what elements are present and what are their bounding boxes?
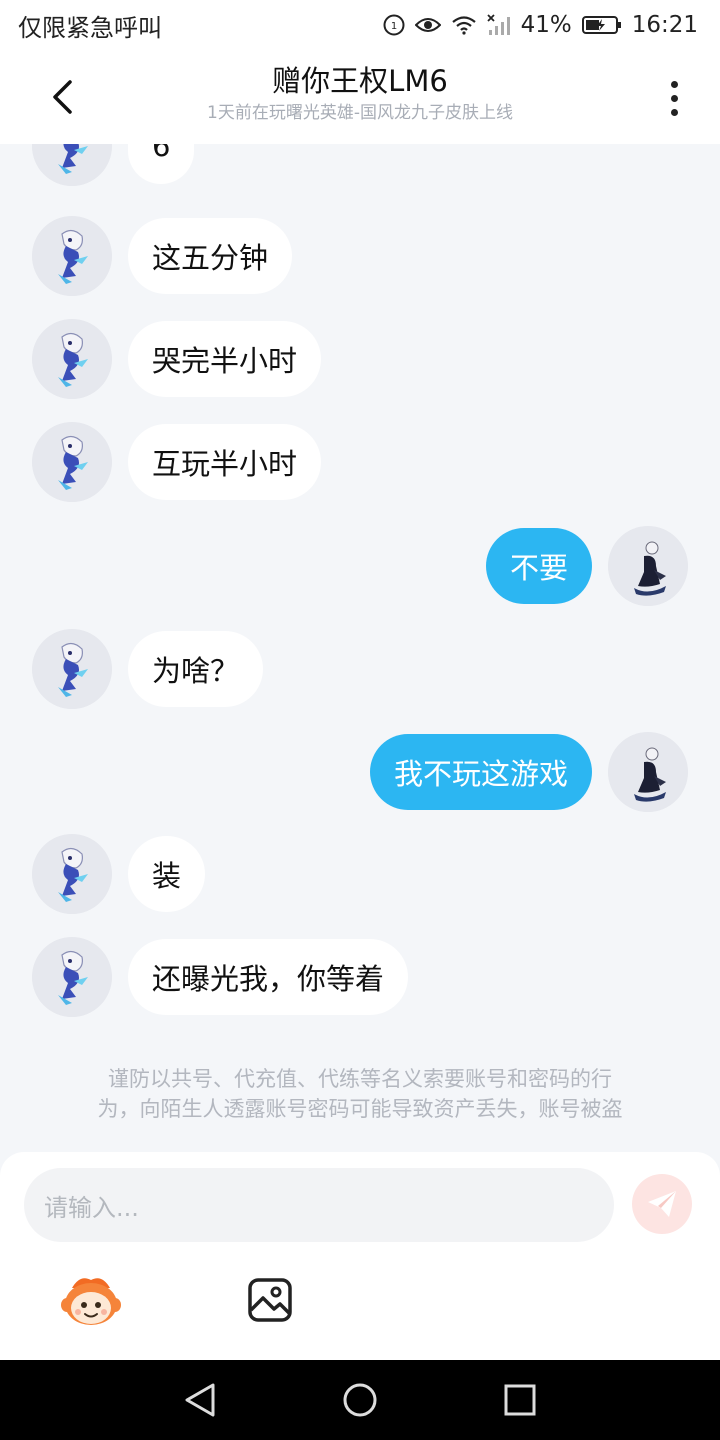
circle-home-icon	[343, 1383, 377, 1417]
received-message: 还曝光我，你等着	[0, 937, 720, 1017]
nav-home-button[interactable]	[338, 1378, 382, 1422]
my-avatar[interactable]	[608, 526, 688, 606]
my-avatar[interactable]	[608, 732, 688, 812]
contact-avatar[interactable]	[32, 422, 112, 502]
emoji-icon	[61, 1278, 121, 1325]
message-bubble[interactable]: 我不玩这游戏	[369, 734, 592, 810]
image-icon	[248, 1278, 292, 1322]
received-message: 装	[0, 834, 720, 914]
carrier-status-text: 仅限紧急呼叫	[18, 13, 162, 42]
message-bubble[interactable]: 为啥？	[128, 631, 264, 707]
chat-header: 赠你王权LM6 1天前在玩曙光英雄-国风龙九子皮肤上线	[0, 50, 720, 144]
message-bubble[interactable]: 还曝光我，你等着	[128, 939, 409, 1015]
hd-call-icon: 1	[383, 14, 405, 36]
received-message: 互玩半小时	[0, 422, 720, 502]
eye-comfort-icon	[414, 16, 441, 34]
message-bubble[interactable]: 装	[128, 836, 206, 912]
header-title-block: 赠你王权LM6 1天前在玩曙光英雄-国风龙九子皮肤上线	[120, 62, 600, 126]
received-message: 哭完半小时	[0, 319, 720, 399]
system-navigation-bar	[0, 1360, 720, 1440]
received-message: 这五分钟	[0, 216, 720, 296]
security-notice: 谨防以共号、代充值、代练等名义索要账号和密码的行 为，向陌生人透露账号密码可能导…	[60, 1064, 660, 1124]
contact-name: 赠你王权LM6	[272, 64, 448, 98]
nav-back-button[interactable]	[178, 1378, 222, 1422]
more-options-button[interactable]	[658, 76, 690, 120]
clock: 16:21	[631, 12, 698, 38]
signal-icon	[486, 14, 511, 36]
battery-icon	[581, 15, 622, 35]
contact-avatar[interactable]	[32, 937, 112, 1017]
received-message: 6	[0, 144, 720, 186]
message-bubble[interactable]: 哭完半小时	[128, 321, 322, 397]
nav-recents-button[interactable]	[498, 1378, 542, 1422]
received-message: 为啥？	[0, 629, 720, 709]
message-input-placeholder: 请输入...	[44, 1193, 139, 1222]
message-bubble[interactable]: 不要	[485, 528, 592, 604]
message-input[interactable]: 请输入...	[24, 1168, 614, 1242]
more-vertical-icon	[670, 80, 678, 88]
battery-percent: 41%	[520, 12, 572, 38]
image-button[interactable]	[246, 1276, 294, 1324]
send-icon	[648, 1191, 676, 1217]
triangle-back-icon	[185, 1383, 215, 1417]
contact-avatar[interactable]	[32, 216, 112, 296]
message-bubble[interactable]: 6	[128, 144, 195, 184]
emoji-button[interactable]	[60, 1272, 122, 1328]
chevron-left-icon	[53, 80, 72, 114]
message-bubble[interactable]: 这五分钟	[128, 218, 293, 294]
composer: 请输入...	[0, 1152, 720, 1360]
back-button[interactable]	[40, 72, 84, 122]
send-button[interactable]	[632, 1174, 692, 1234]
contact-avatar[interactable]	[32, 144, 112, 186]
contact-activity: 1天前在玩曙光英雄-国风龙九子皮肤上线	[207, 103, 513, 123]
message-bubble[interactable]: 互玩半小时	[128, 424, 322, 500]
message-list[interactable]: 6 这五分钟哭完半小时互玩半小时不要为啥？ 我不玩这游戏装还曝光我，你等着	[0, 144, 720, 1154]
svg-text:1: 1	[390, 21, 396, 32]
security-notice-line-2: 为，向陌生人透露账号密码可能导致资产丢失，账号被盗	[97, 1097, 623, 1121]
security-notice-line-1: 谨防以共号、代充值、代练等名义索要账号和密码的行	[108, 1067, 612, 1091]
contact-avatar[interactable]	[32, 834, 112, 914]
status-icons: 1 41% 16:21	[383, 12, 698, 38]
sent-message: 我不玩这游戏	[0, 732, 720, 812]
sent-message: 不要	[0, 526, 720, 606]
contact-avatar[interactable]	[32, 319, 112, 399]
status-bar: 仅限紧急呼叫 1 41% 16:21	[0, 0, 720, 50]
contact-avatar[interactable]	[32, 629, 112, 709]
square-recents-icon	[504, 1384, 536, 1416]
wifi-icon	[451, 15, 477, 35]
